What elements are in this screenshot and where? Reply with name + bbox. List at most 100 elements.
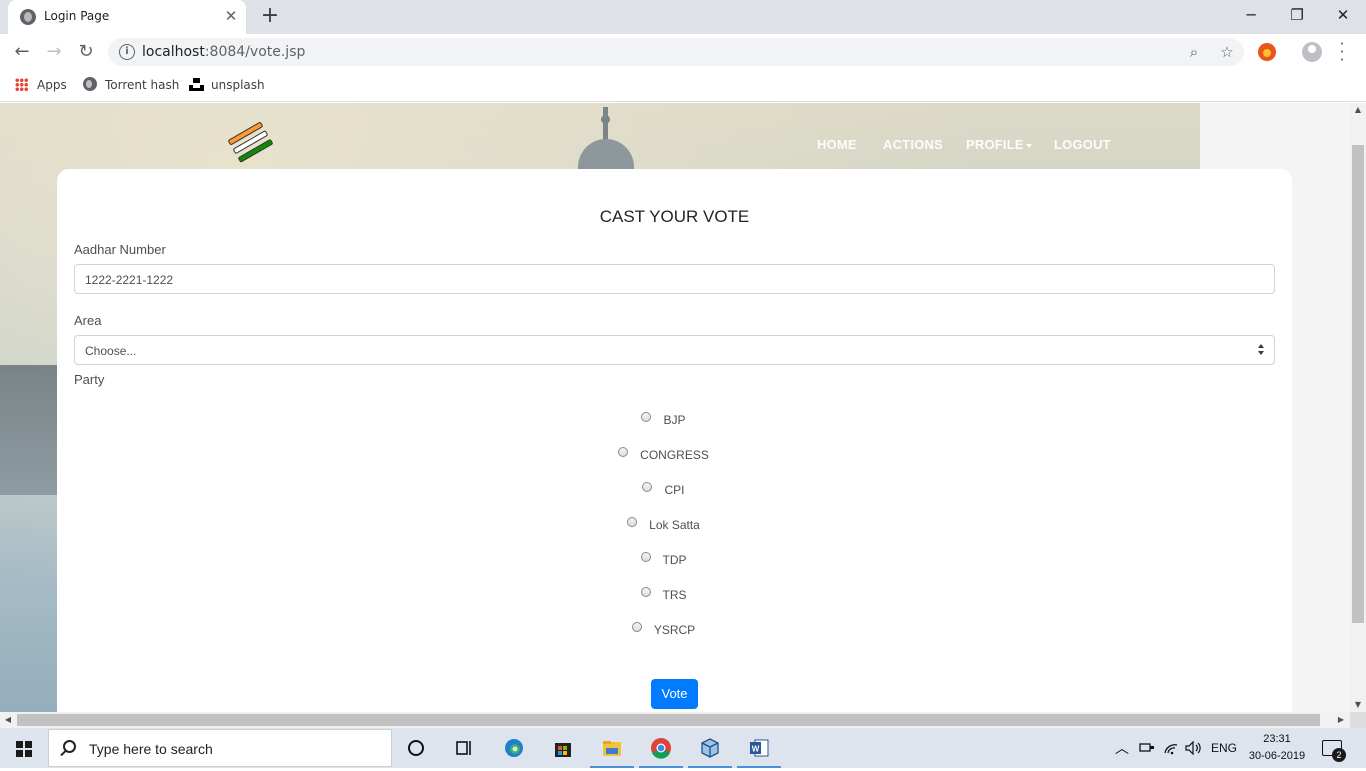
taskbar-app-word[interactable]: W xyxy=(735,728,783,768)
taskbar-app-edge-dev[interactable] xyxy=(490,728,538,768)
aadhar-input[interactable]: 1222-2221-1222 xyxy=(74,264,1275,294)
horizontal-scrollbar[interactable]: ◀ ▶ xyxy=(0,712,1350,728)
scrollbar-corner xyxy=(1350,712,1366,728)
taskbar-app-store[interactable] xyxy=(539,728,587,768)
nav-home[interactable]: HOME xyxy=(817,137,857,152)
windows-logo-icon xyxy=(16,741,32,757)
radio-button[interactable] xyxy=(631,622,642,632)
language-indicator[interactable]: ENG xyxy=(1208,728,1240,768)
bookmark-torrent-hash[interactable]: Torrent hash xyxy=(83,76,179,96)
url-text[interactable]: localhost:8084/vote.jsp xyxy=(142,44,305,60)
nav-profile[interactable]: PROFILE xyxy=(966,137,1032,152)
horizontal-scroll-thumb[interactable] xyxy=(17,714,1320,726)
globe-icon xyxy=(20,9,36,25)
taskbar-clock[interactable]: 23:31 30-06-2019 xyxy=(1240,731,1314,765)
party-option-ysrcp[interactable]: YSRCP xyxy=(57,622,1292,643)
scroll-down-icon[interactable]: ▼ xyxy=(1350,698,1366,712)
show-hidden-icons-chevron[interactable]: ︿ xyxy=(1112,728,1132,768)
scroll-right-icon[interactable]: ▶ xyxy=(1333,713,1349,727)
party-option-bjp[interactable]: BJP xyxy=(57,412,1292,433)
url-path: :8084/vote.jsp xyxy=(204,44,306,60)
notification-count-badge: 2 xyxy=(1332,748,1346,762)
store-icon xyxy=(555,743,571,757)
vote-form-card: CAST YOUR VOTE Aadhar Number 1222-2221-1… xyxy=(57,169,1292,712)
party-option-label: Lok Satta xyxy=(649,518,700,532)
party-option-lok-satta[interactable]: Lok Satta xyxy=(57,517,1292,538)
search-placeholder: Type here to search xyxy=(89,741,213,757)
word-icon: W xyxy=(750,739,769,757)
bookmark-unsplash[interactable]: unsplash xyxy=(189,76,265,96)
zoom-icon[interactable]: ⌕ xyxy=(1183,41,1205,63)
bookmark-star-icon[interactable]: ☆ xyxy=(1216,41,1238,63)
task-view-button[interactable] xyxy=(440,728,488,768)
close-window-icon[interactable]: ✕ xyxy=(1320,4,1366,28)
party-option-label: CPI xyxy=(664,483,685,497)
network-device-icon[interactable] xyxy=(1137,728,1157,768)
party-option-tdp[interactable]: TDP xyxy=(57,552,1292,573)
chrome-menu-icon[interactable]: · · · xyxy=(1336,36,1348,68)
area-label: Area xyxy=(74,313,102,328)
minimize-icon[interactable]: ─ xyxy=(1228,4,1274,28)
tab-close-icon[interactable]: ✕ xyxy=(222,7,240,25)
address-bar[interactable]: i localhost:8084/vote.jsp ⌕ ☆ xyxy=(108,38,1244,66)
url-host: localhost xyxy=(142,44,205,60)
reload-icon[interactable]: ↻ xyxy=(74,40,98,64)
party-option-trs[interactable]: TRS xyxy=(57,587,1292,608)
nav-actions[interactable]: ACTIONS xyxy=(883,137,943,152)
dome-spire-decoration xyxy=(601,107,610,141)
maximize-icon[interactable]: ❐ xyxy=(1274,4,1320,28)
browser-tab[interactable]: Login Page ✕ xyxy=(8,0,246,34)
bookmark-label: unsplash xyxy=(211,78,265,92)
caret-down-icon xyxy=(1025,143,1032,148)
party-option-congress[interactable]: CONGRESS xyxy=(57,447,1292,468)
party-option-label: TRS xyxy=(662,588,687,602)
form-title: CAST YOUR VOTE xyxy=(599,207,750,226)
scroll-up-icon[interactable]: ▲ xyxy=(1350,103,1366,117)
task-view-icon xyxy=(456,741,471,755)
radio-button[interactable] xyxy=(618,447,629,457)
clock-date: 30-06-2019 xyxy=(1248,750,1306,762)
cortana-icon xyxy=(408,740,424,756)
volume-icon[interactable] xyxy=(1184,728,1204,768)
forward-icon[interactable]: → xyxy=(42,40,66,64)
radio-button[interactable] xyxy=(640,587,651,597)
browser-tab-strip: Login Page ✕ + ─ ❐ ✕ xyxy=(0,0,1366,34)
party-option-label: YSRCP xyxy=(653,623,696,637)
radio-button[interactable] xyxy=(641,412,652,422)
clock-time: 23:31 xyxy=(1263,733,1291,745)
taskbar-app-file-explorer[interactable] xyxy=(588,728,636,768)
aadhar-label: Aadhar Number xyxy=(74,242,166,257)
site-info-icon[interactable]: i xyxy=(119,44,135,60)
vertical-scrollbar[interactable]: ▲ ▼ xyxy=(1350,103,1366,712)
radio-button[interactable] xyxy=(640,552,651,562)
folder-icon xyxy=(603,741,621,756)
taskbar-app-chrome[interactable] xyxy=(637,728,685,768)
area-selected-value: Choose... xyxy=(85,344,137,358)
extension-icon[interactable] xyxy=(1258,43,1276,61)
wifi-icon[interactable] xyxy=(1161,728,1181,768)
bookmark-label: Apps xyxy=(37,78,67,92)
browser-toolbar: ← → ↻ i localhost:8084/vote.jsp ⌕ ☆ · · · xyxy=(0,34,1366,70)
area-select[interactable]: Choose... xyxy=(74,335,1275,365)
scroll-left-icon[interactable]: ◀ xyxy=(0,713,16,727)
taskbar-app-virtualbox[interactable] xyxy=(686,728,734,768)
radio-button[interactable] xyxy=(642,482,653,492)
bookmark-apps[interactable]: Apps xyxy=(15,76,69,96)
radio-button[interactable] xyxy=(627,517,638,527)
page-viewport: HOME ACTIONS PROFILE LOGOUT CAST YOUR VO… xyxy=(0,103,1350,712)
taskbar-search-box[interactable]: Type here to search xyxy=(48,729,392,767)
cortana-button[interactable] xyxy=(392,728,440,768)
party-option-label: BJP xyxy=(663,413,686,427)
bookmarks-bar: Apps Torrent hash unsplash xyxy=(0,70,1366,102)
search-icon xyxy=(63,740,76,753)
profile-avatar-icon[interactable] xyxy=(1302,42,1322,62)
party-option-cpi[interactable]: CPI xyxy=(57,482,1292,503)
cube-icon xyxy=(701,738,719,758)
vote-button[interactable]: Vote xyxy=(651,679,698,709)
nav-logout[interactable]: LOGOUT xyxy=(1054,137,1111,152)
new-tab-icon[interactable]: + xyxy=(258,5,282,29)
back-icon[interactable]: ← xyxy=(10,40,34,64)
svg-text:W: W xyxy=(752,745,760,754)
vertical-scroll-thumb[interactable] xyxy=(1352,145,1364,623)
start-button[interactable] xyxy=(0,728,48,768)
